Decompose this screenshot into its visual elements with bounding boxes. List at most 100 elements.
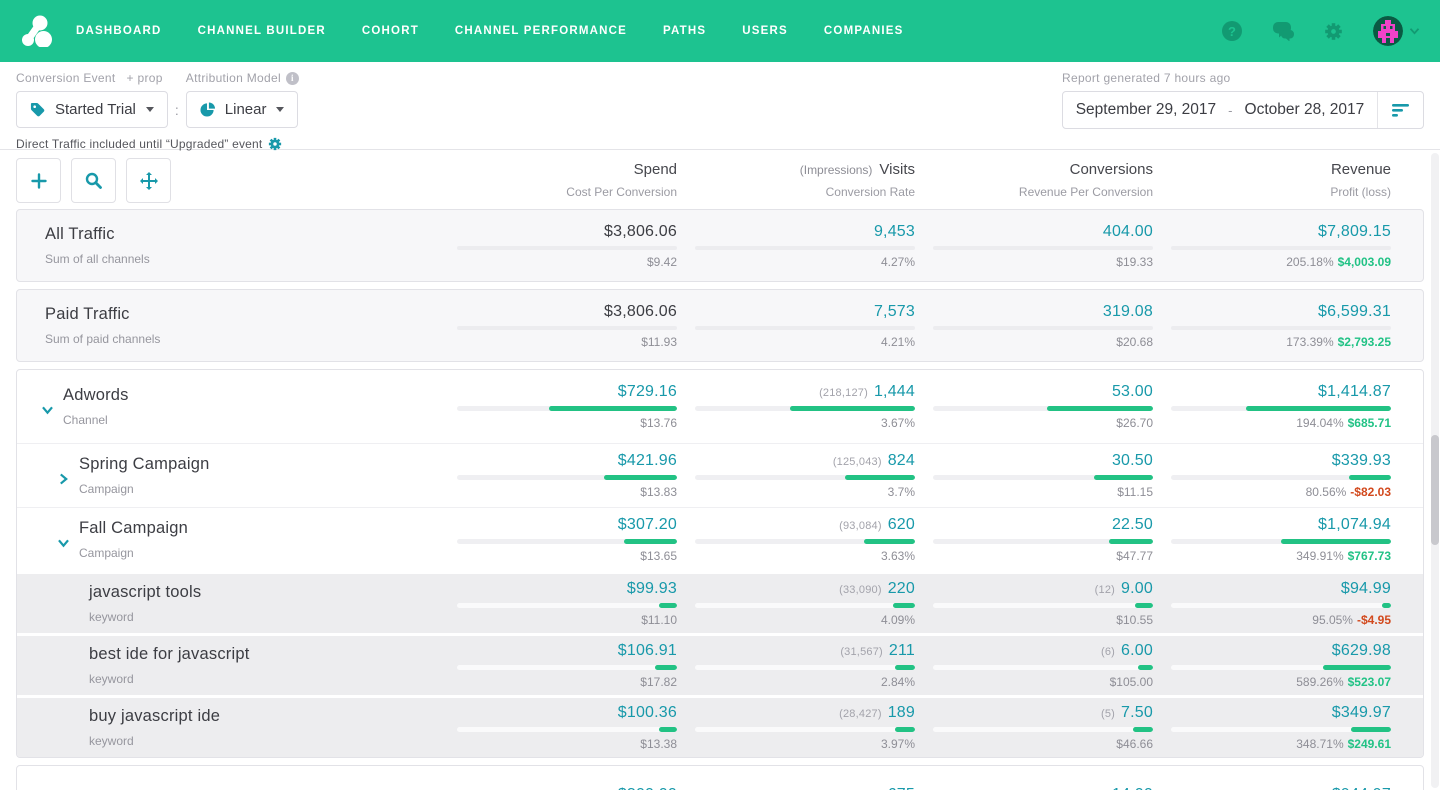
cell-visits: (33,090)220 4.09% xyxy=(677,579,915,628)
column-header-conversions[interactable]: Conversions Revenue Per Conversion xyxy=(915,158,1153,199)
cell-bar-fill xyxy=(1281,539,1391,544)
gear-icon[interactable] xyxy=(268,137,282,151)
nav-item-paths[interactable]: PATHS xyxy=(663,25,706,37)
scrollbar-thumb[interactable] xyxy=(1431,435,1439,545)
cell-sub-value: 95.05% xyxy=(1312,613,1353,627)
date-range-picker[interactable]: September 29, 2017 - October 28, 2017 xyxy=(1062,91,1424,129)
table-row[interactable]: best ide for javascript keyword $106.91 … xyxy=(17,633,1423,695)
expand-chevron-icon[interactable] xyxy=(57,538,70,548)
avatar[interactable] xyxy=(1373,16,1403,46)
nav-item-dashboard[interactable]: DASHBOARD xyxy=(76,25,162,37)
cell-main-value[interactable]: 30.50 xyxy=(1112,444,1153,469)
nav-item-companies[interactable]: COMPANIES xyxy=(824,25,904,37)
info-icon[interactable]: i xyxy=(286,72,299,85)
report-options-button[interactable] xyxy=(1377,92,1423,128)
search-button[interactable] xyxy=(71,158,116,203)
cell-main-value[interactable]: 22.50 xyxy=(1112,508,1153,533)
table-row[interactable]: Video $300.00 675 14.00 $944.97 xyxy=(17,766,1423,790)
cell-main-value[interactable]: $94.99 xyxy=(1341,572,1391,597)
cell-main-value[interactable]: 675 xyxy=(888,778,915,790)
nav-item-channel-builder[interactable]: CHANNEL BUILDER xyxy=(198,25,326,37)
cell-main-value[interactable]: 53.00 xyxy=(1112,375,1153,400)
cell-main-value[interactable]: $1,074.94 xyxy=(1318,508,1391,533)
cell-main-value[interactable]: 824 xyxy=(888,444,915,469)
cell-main-value[interactable]: 9,453 xyxy=(874,215,915,240)
table-row[interactable]: All Traffic Sum of all channels $3,806.0… xyxy=(17,210,1423,281)
nav-item-cohort[interactable]: COHORT xyxy=(362,25,419,37)
cell-main-value[interactable]: $307.20 xyxy=(618,508,677,533)
table-row[interactable]: buy javascript ide keyword $100.36 $13.3… xyxy=(17,695,1423,757)
conversion-event-dropdown[interactable]: Started Trial xyxy=(16,91,168,128)
column-header-revenue[interactable]: Revenue Profit (loss) xyxy=(1153,158,1391,199)
cell-bar xyxy=(695,603,915,608)
expand-chevron-icon[interactable] xyxy=(41,405,54,415)
cell-main-value[interactable]: $99.93 xyxy=(627,572,677,597)
cell-sub-value: $11.93 xyxy=(641,335,677,349)
row-card: Adwords Channel $729.16 $13.76 (218,127)… xyxy=(16,369,1424,758)
cell-main-value[interactable]: 404.00 xyxy=(1103,215,1153,240)
cell-main-value[interactable]: $421.96 xyxy=(618,444,677,469)
cell-main-value[interactable]: 220 xyxy=(888,572,915,597)
cell-main-value[interactable]: 7,573 xyxy=(874,295,915,320)
cell-main-value[interactable]: 7.50 xyxy=(1121,696,1153,721)
add-prop-link[interactable]: + prop xyxy=(127,71,163,85)
user-menu[interactable] xyxy=(1373,16,1420,46)
cell-sub-value: 2.84% xyxy=(881,675,915,689)
cell-main-value[interactable]: 1,444 xyxy=(874,375,915,400)
app-logo-icon[interactable] xyxy=(20,14,54,48)
date-range-value[interactable]: September 29, 2017 - October 28, 2017 xyxy=(1063,92,1377,128)
report-generated-label: Report generated 7 hours ago xyxy=(1062,71,1424,85)
column-header-spend[interactable]: Spend Cost Per Conversion xyxy=(439,158,677,199)
row-subtitle: keyword xyxy=(89,672,439,686)
cell-main-value[interactable]: 14.00 xyxy=(1112,778,1153,790)
cell-pre-value: (5) xyxy=(1101,708,1115,720)
chat-icon[interactable] xyxy=(1272,22,1294,41)
date-start[interactable]: September 29, 2017 xyxy=(1076,101,1216,119)
cell-conversions: 22.50 $47.77 xyxy=(915,515,1153,564)
cell-main-value[interactable]: 211 xyxy=(889,634,915,659)
nav-item-channel-performance[interactable]: CHANNEL PERFORMANCE xyxy=(455,25,627,37)
cell-main-value[interactable]: $629.98 xyxy=(1332,634,1391,659)
model-controls: Conversion Event + prop Started Trial : … xyxy=(16,71,299,151)
cell-bar-fill xyxy=(895,665,915,670)
column-header-visits[interactable]: (Impressions)Visits Conversion Rate xyxy=(677,158,915,199)
cell-main-value[interactable]: 189 xyxy=(888,696,915,721)
help-icon[interactable]: ? xyxy=(1222,21,1242,41)
cell-main-value[interactable]: $339.93 xyxy=(1332,444,1391,469)
cell-main-value[interactable]: 319.08 xyxy=(1103,295,1153,320)
cell-main-value[interactable]: 6.00 xyxy=(1121,634,1153,659)
scrollbar-track[interactable] xyxy=(1431,153,1439,788)
expand-chevron-icon[interactable] xyxy=(57,474,70,484)
move-button[interactable] xyxy=(126,158,171,203)
table-row[interactable]: Spring Campaign Campaign $421.96 $13.83 … xyxy=(17,443,1423,507)
nav-item-users[interactable]: USERS xyxy=(742,25,788,37)
cell-main-value[interactable]: $3,806.06 xyxy=(604,295,677,320)
cell-main-value[interactable]: $100.36 xyxy=(618,696,677,721)
cell-main-value[interactable]: 620 xyxy=(888,508,915,533)
table-row[interactable]: Adwords Channel $729.16 $13.76 (218,127)… xyxy=(17,370,1423,443)
attribution-model-dropdown[interactable]: Linear xyxy=(186,91,299,128)
cell-sub-value: 4.27% xyxy=(881,255,915,269)
table-row[interactable]: javascript tools keyword $99.93 $11.10 (… xyxy=(17,571,1423,633)
table-row[interactable]: Paid Traffic Sum of paid channels $3,806… xyxy=(17,290,1423,361)
cell-main-value[interactable]: 9.00 xyxy=(1121,572,1153,597)
cell-bar-fill xyxy=(1135,603,1153,608)
settings-gear-icon[interactable] xyxy=(1324,22,1343,41)
cell-main-value[interactable]: $1,414.87 xyxy=(1318,375,1391,400)
row-subtitle: Sum of paid channels xyxy=(45,332,439,346)
cell-main-value[interactable]: $300.00 xyxy=(618,778,677,790)
add-button[interactable] xyxy=(16,158,61,203)
table-row[interactable]: Fall Campaign Campaign $307.20 $13.65 (9… xyxy=(17,507,1423,571)
plus-icon xyxy=(31,173,47,189)
cell-main-value[interactable]: $106.91 xyxy=(618,634,677,659)
cell-main-value[interactable]: $7,809.15 xyxy=(1318,215,1391,240)
row-title: All Traffic xyxy=(45,225,439,244)
cell-main-value[interactable]: $6,599.31 xyxy=(1318,295,1391,320)
date-end[interactable]: October 28, 2017 xyxy=(1245,101,1365,119)
cell-main-value[interactable]: $3,806.06 xyxy=(604,215,677,240)
caret-down-icon xyxy=(276,107,284,112)
cell-main-value[interactable]: $944.97 xyxy=(1332,778,1391,790)
cell-main-value[interactable]: $729.16 xyxy=(618,375,677,400)
cell-main-value[interactable]: $349.97 xyxy=(1332,696,1391,721)
cell-bar xyxy=(457,539,677,544)
